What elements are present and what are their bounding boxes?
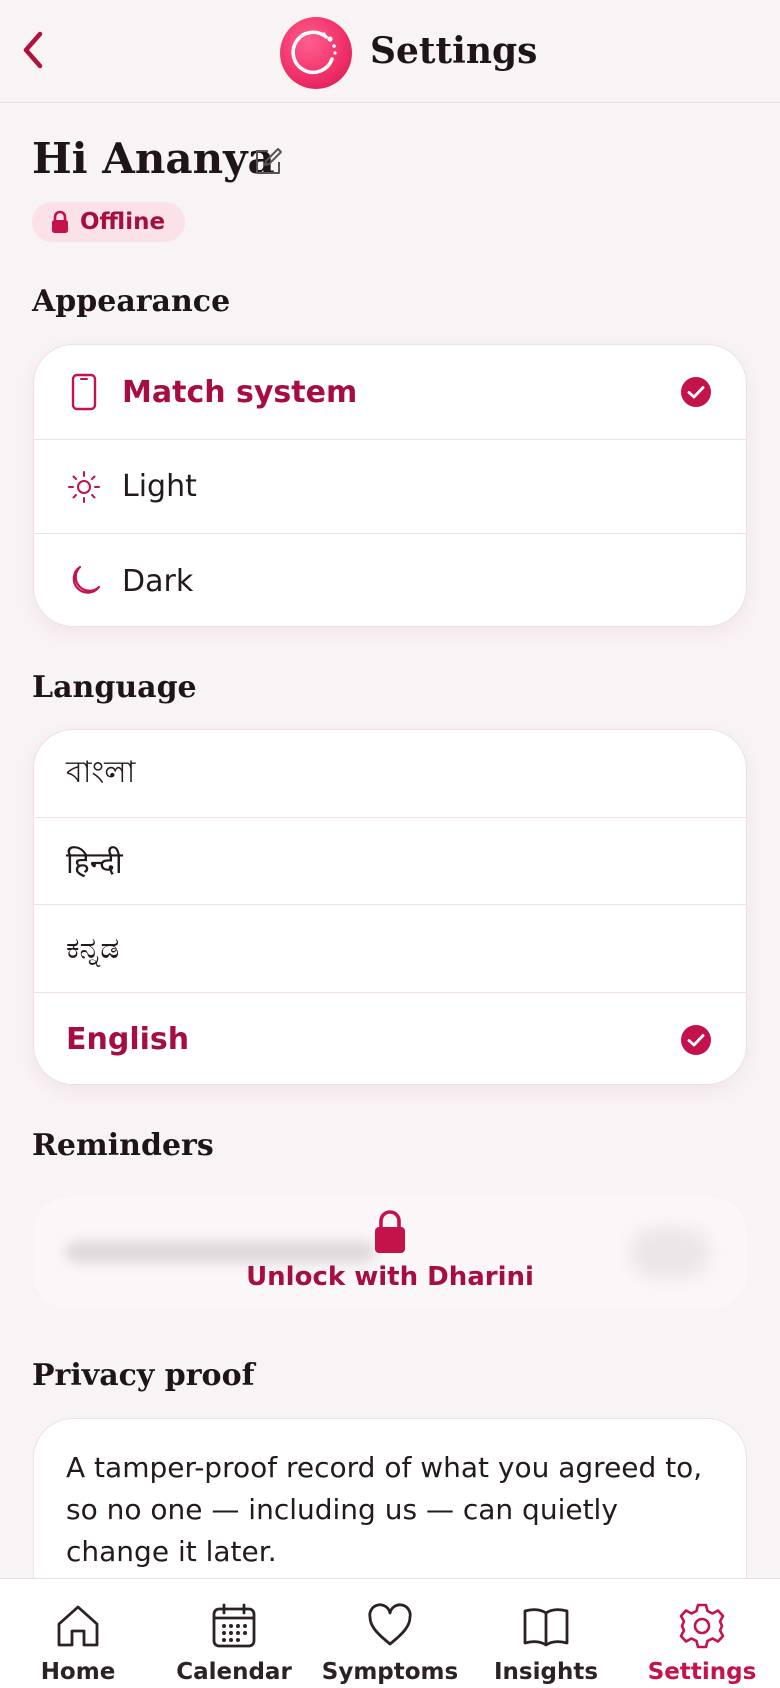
- phone-icon: [64, 372, 104, 412]
- nav-label: Insights: [493, 1659, 599, 1685]
- privacy-description: A tamper-proof record of what you agreed…: [66, 1451, 703, 1568]
- gear-icon: [679, 1603, 725, 1649]
- appearance-card: Match system Light Dark: [33, 344, 747, 627]
- nav-label: Calendar: [176, 1659, 292, 1685]
- language-option-label: हिन्दी: [66, 845, 123, 881]
- language-section-title: Language: [32, 670, 197, 705]
- reminders-section-title: Reminders: [32, 1128, 214, 1163]
- language-option-label: ಕನ್ನಡ: [66, 931, 120, 966]
- language-option-label: বাংলা: [66, 755, 136, 790]
- calendar-icon: [212, 1603, 256, 1648]
- edit-name-button[interactable]: [248, 142, 288, 182]
- nav-item-symptoms[interactable]: Symptoms: [312, 1579, 468, 1688]
- appearance-option-light[interactable]: Light: [34, 440, 746, 533]
- language-option-bangla[interactable]: বাংলা: [34, 730, 746, 817]
- top-bar: Settings: [0, 0, 780, 103]
- page-title: Settings: [370, 30, 538, 72]
- home-icon: [57, 1605, 99, 1647]
- checkmark-icon: [681, 377, 711, 407]
- language-card: বাংলা हिन्दी ಕನ್ನಡ English: [33, 729, 747, 1085]
- checkmark-icon: [681, 1024, 711, 1055]
- nav-label: Symptoms: [321, 1659, 459, 1685]
- appearance-option-label: Match system: [122, 374, 358, 410]
- nav-item-calendar[interactable]: Calendar: [156, 1579, 312, 1688]
- chevron-left-icon: [23, 31, 43, 69]
- appearance-option-label: Dark: [122, 563, 194, 599]
- back-button[interactable]: [12, 28, 56, 72]
- appearance-option-label: Light: [122, 469, 197, 504]
- appearance-option-match-system[interactable]: Match system: [34, 345, 746, 439]
- status-badge: Offline: [32, 202, 186, 242]
- language-option-label: English: [66, 1022, 190, 1057]
- sun-icon: [64, 467, 104, 507]
- unlock-button[interactable]: Unlock with Dharini: [0, 1262, 780, 1292]
- app-logo: [280, 17, 352, 89]
- nav-item-settings[interactable]: Settings: [624, 1579, 780, 1688]
- nav-label: Settings: [647, 1659, 757, 1685]
- blurred-reminder-text: [65, 1241, 375, 1263]
- appearance-section-title: Appearance: [32, 284, 231, 319]
- bottom-nav: Home Calendar Symptoms Insights Settings: [0, 1578, 780, 1688]
- lock-icon: [375, 1210, 405, 1253]
- greeting-heading: Hi Ananya: [32, 134, 275, 183]
- appearance-option-dark[interactable]: Dark: [34, 534, 746, 626]
- nav-label: Home: [40, 1659, 116, 1685]
- lock-icon: [52, 210, 68, 233]
- nav-item-insights[interactable]: Insights: [468, 1579, 624, 1688]
- heart-icon: [368, 1603, 412, 1646]
- nav-item-home[interactable]: Home: [0, 1579, 156, 1688]
- moon-icon: [64, 561, 104, 601]
- status-badge-label: Offline: [80, 209, 166, 235]
- privacy-section-title: Privacy proof: [32, 1358, 255, 1393]
- book-icon: [523, 1608, 569, 1647]
- language-option-hindi[interactable]: हिन्दी: [34, 818, 746, 904]
- language-option-kannada[interactable]: ಕನ್ನಡ: [34, 905, 746, 992]
- language-option-english[interactable]: English: [34, 993, 746, 1084]
- edit-icon: [256, 148, 282, 174]
